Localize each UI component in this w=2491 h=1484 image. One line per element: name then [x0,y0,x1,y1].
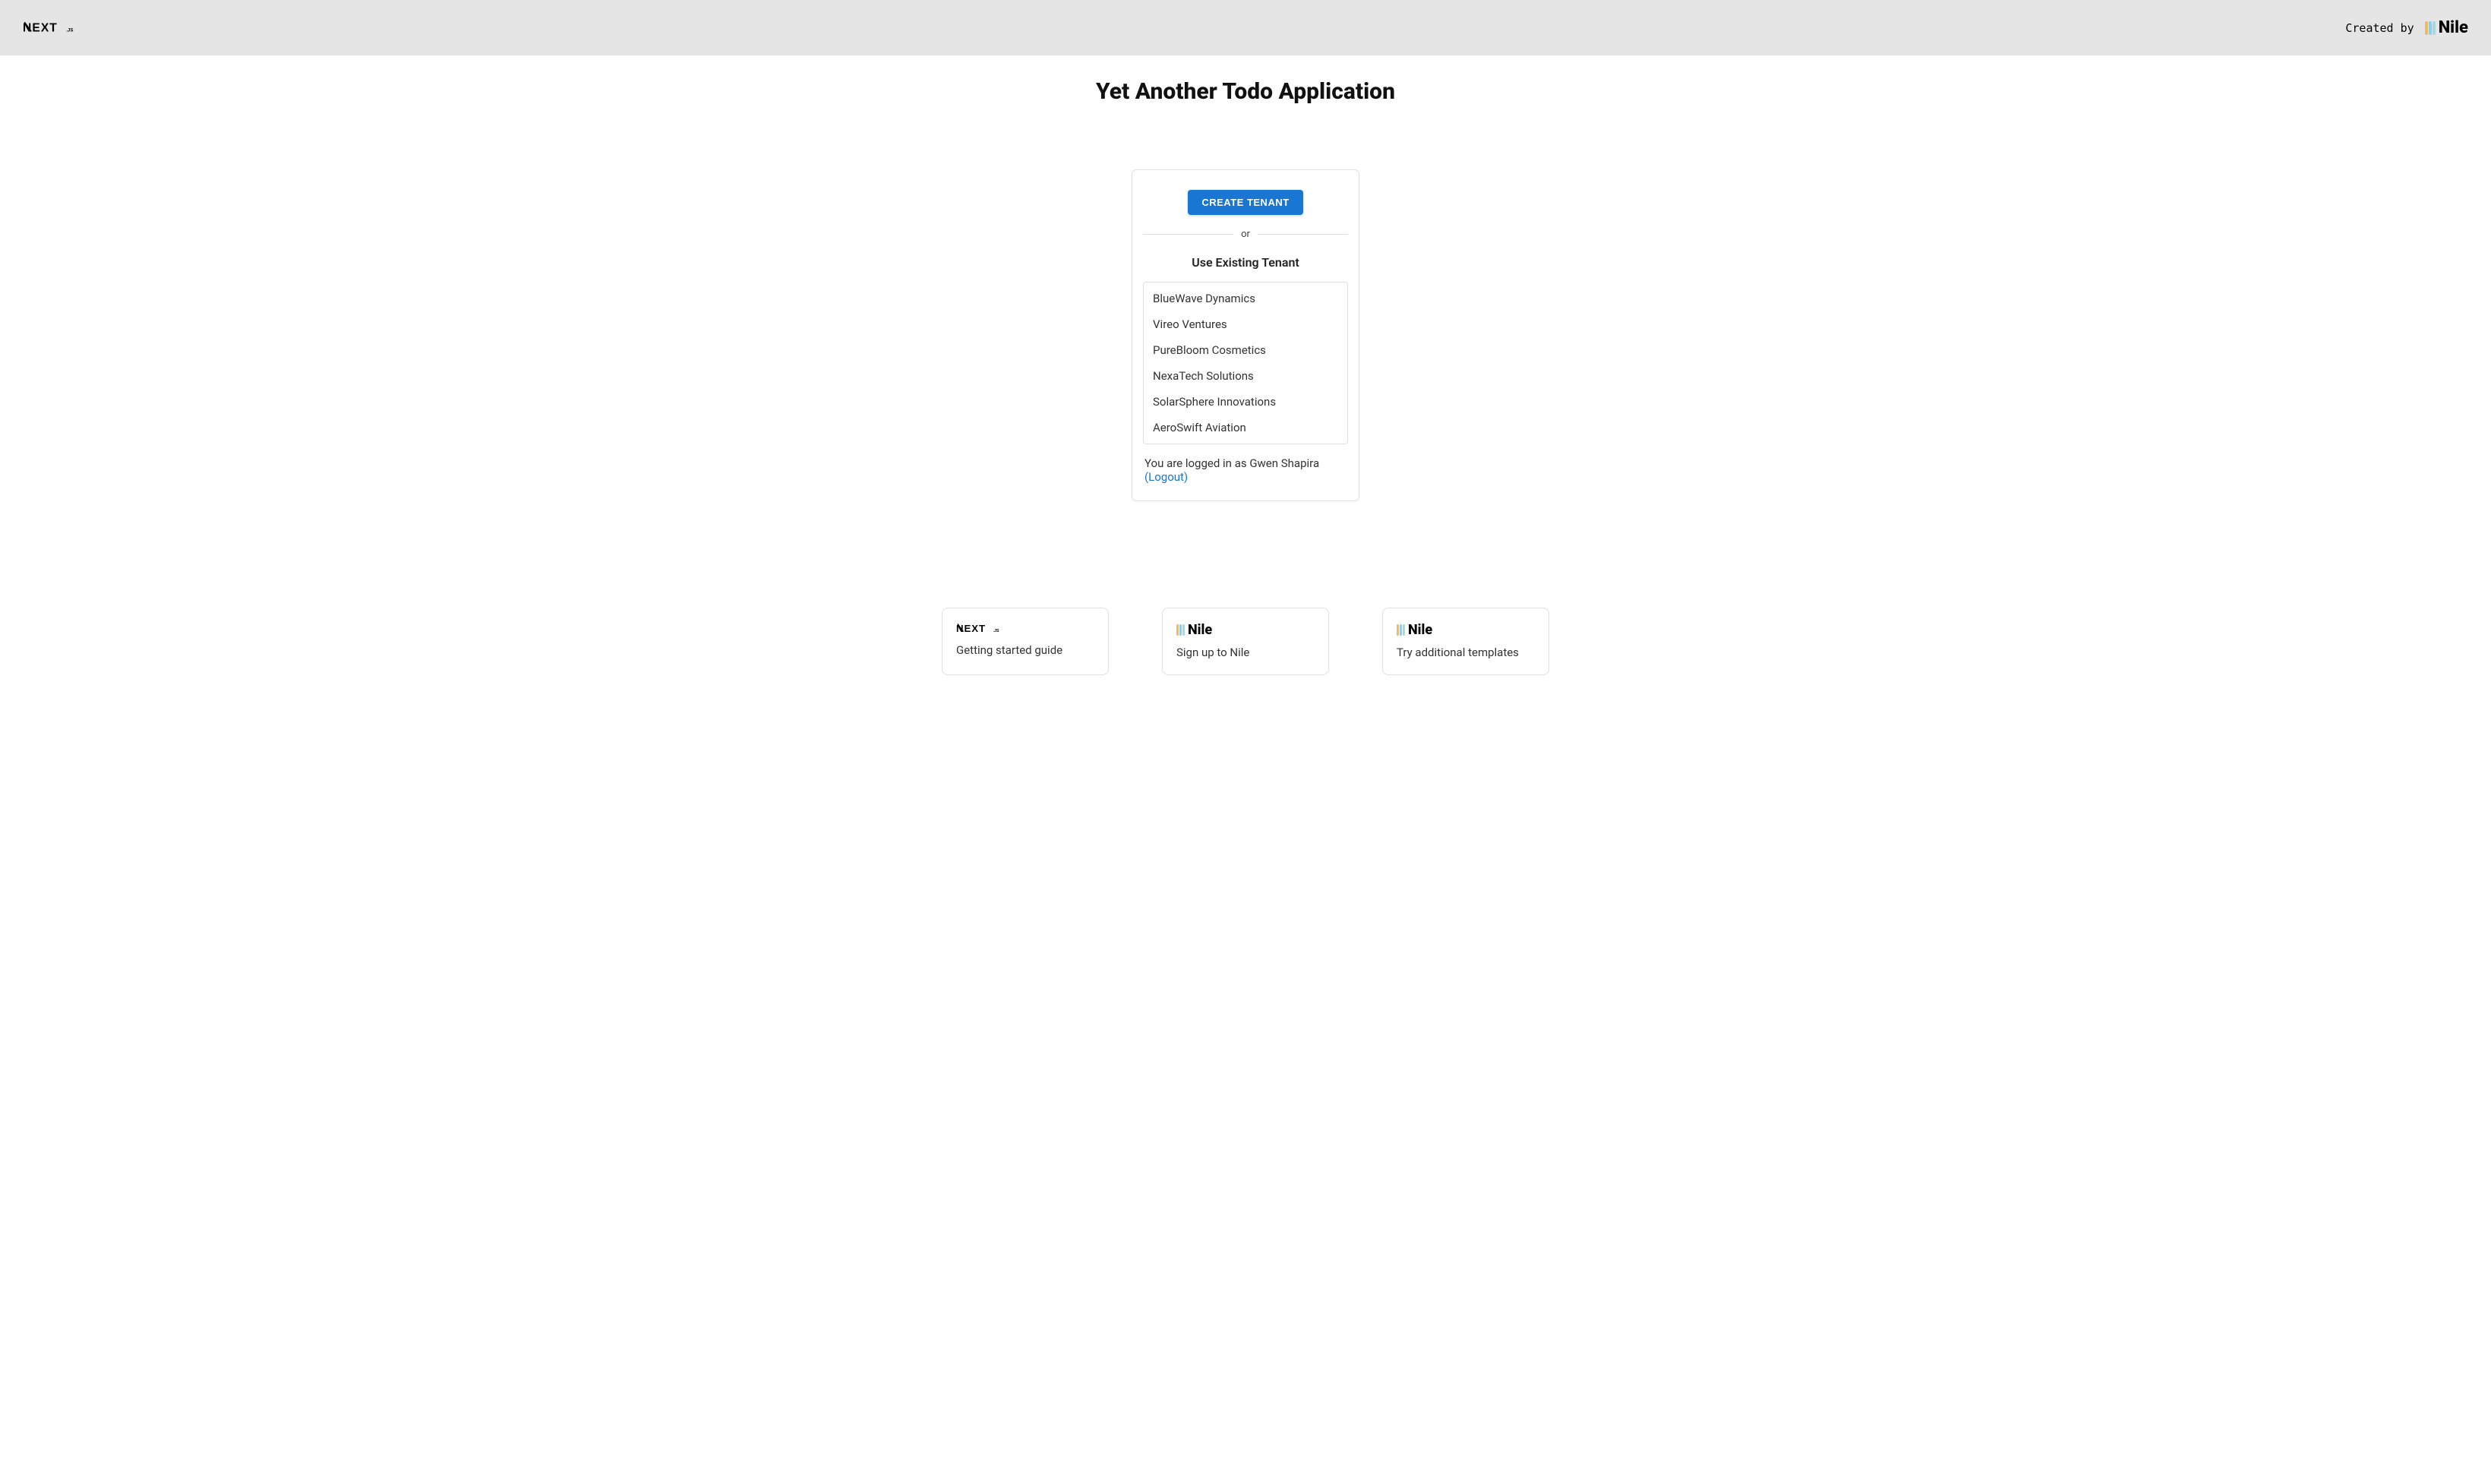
svg-text:.JS: .JS [993,629,999,633]
main-content: Yet Another Todo Application CREATE TENA… [0,55,2491,706]
nile-logo-icon: Nile [1176,622,1212,638]
tenant-item[interactable]: Vireo Ventures [1144,311,1347,337]
footer-card-text: Getting started guide [956,643,1094,657]
nile-bars-icon [2425,21,2436,35]
footer-card-templates[interactable]: Nile Try additional templates [1382,608,1549,675]
tenant-item[interactable]: SolarSphere Innovations [1144,389,1347,415]
login-status: You are logged in as Gwen Shapira (Logou… [1143,456,1348,484]
header-right: Created by Nile [2345,18,2468,37]
nextjs-logo-icon: NEXT .JS [956,622,1021,636]
footer-card-logo: NEXT .JS [956,622,1094,636]
footer-card-text: Sign up to Nile [1176,646,1315,659]
page-title: Yet Another Todo Application [1096,78,1395,105]
footer-card-getting-started[interactable]: NEXT .JS Getting started guide [942,608,1109,675]
tenant-item[interactable]: BlueWave Dynamics [1144,283,1347,311]
header: NEXT .JS Created by Nile [0,0,2491,55]
tenant-item[interactable]: PureBloom Cosmetics [1144,337,1347,363]
footer-card-logo: Nile [1397,622,1535,638]
footer-card-logo: Nile [1176,622,1315,638]
nile-logo-icon: Nile [1397,622,1432,638]
footer-cards: NEXT .JS Getting started guide Nile [942,608,1549,675]
tenant-card: CREATE TENANT or Use Existing Tenant Blu… [1132,169,1359,501]
divider-text: or [1241,229,1250,240]
nile-logo: Nile [2425,18,2468,37]
footer-card-text: Try additional templates [1397,646,1535,659]
divider-line-right [1258,234,1348,235]
footer-card-signup[interactable]: Nile Sign up to Nile [1162,608,1329,675]
tenant-item[interactable]: NexaTech Solutions [1144,363,1347,389]
tenant-item[interactable]: AeroSwift Aviation [1144,415,1347,444]
divider: or [1143,229,1348,240]
svg-text:.JS: .JS [66,27,73,33]
divider-line-left [1143,234,1233,235]
existing-tenant-title: Use Existing Tenant [1143,255,1348,270]
logout-link[interactable]: (Logout) [1144,470,1188,484]
user-name: Gwen Shapira [1249,456,1319,470]
nile-brand-text: Nile [2439,18,2468,37]
created-by-label: Created by [2345,21,2414,35]
tenant-list: BlueWave Dynamics Vireo Ventures PureBlo… [1143,282,1348,444]
create-tenant-button[interactable]: CREATE TENANT [1188,190,1302,215]
login-status-prefix: You are logged in as [1144,456,1249,470]
nextjs-logo: NEXT .JS [23,20,99,36]
